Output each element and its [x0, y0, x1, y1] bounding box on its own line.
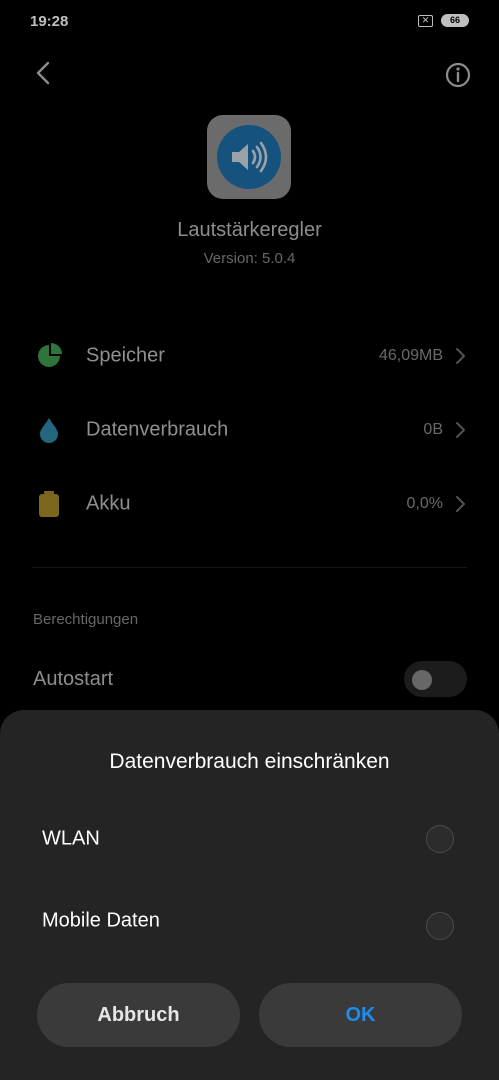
restrict-data-dialog: Datenverbrauch einschränken WLAN Mobile …: [0, 710, 499, 1080]
wlan-radio[interactable]: [426, 825, 454, 853]
option-wlan[interactable]: WLAN: [0, 814, 499, 864]
cancel-button[interactable]: Abbruch: [37, 983, 240, 1047]
option-wlan-label: WLAN: [42, 827, 100, 850]
ok-button[interactable]: OK: [259, 983, 462, 1047]
dialog-title: Datenverbrauch einschränken: [109, 750, 390, 773]
option-mobile-data-label: Mobile Daten: [42, 909, 160, 932]
option-mobile-data[interactable]: Mobile Daten: [0, 896, 499, 946]
mobile-data-radio[interactable]: [426, 912, 454, 940]
